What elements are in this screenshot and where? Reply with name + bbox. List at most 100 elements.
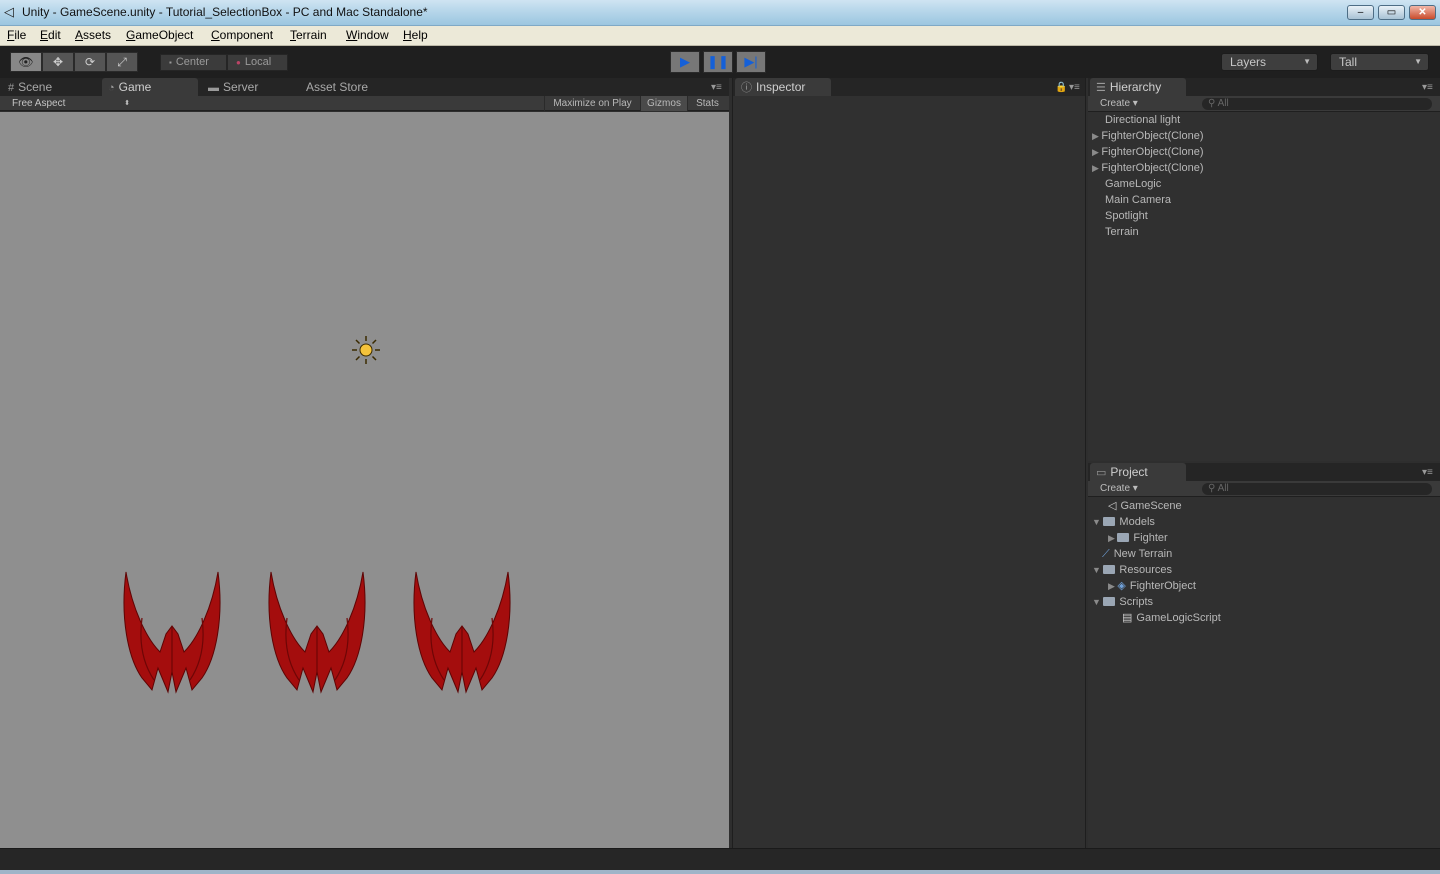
- menu-window[interactable]: Window: [346, 28, 389, 42]
- triangle-right-icon[interactable]: ▶: [1108, 533, 1117, 543]
- project-subbar: Create ▾ ⚲ All: [1088, 481, 1440, 497]
- tab-hierarchy-label: Hierarchy: [1109, 80, 1162, 94]
- hierarchy-item[interactable]: ▶ FighterObject(Clone): [1092, 160, 1204, 176]
- triangle-right-icon[interactable]: ▶: [1092, 147, 1101, 157]
- menu-file[interactable]: File: [7, 28, 26, 42]
- tab-project-label: Project: [1110, 465, 1148, 479]
- hierarchy-item[interactable]: Terrain: [1105, 224, 1139, 240]
- layout-dropdown[interactable]: Tall ▼: [1330, 53, 1429, 71]
- search-input[interactable]: ⚲ All: [1202, 98, 1432, 110]
- view-tool-button[interactable]: 👁: [10, 52, 42, 72]
- title-bar: ◁ Unity - GameScene.unity - Tutorial_Sel…: [0, 0, 1440, 26]
- lock-icon[interactable]: 🔒: [1055, 82, 1067, 93]
- hierarchy-tab-strip: ☰ Hierarchy ▾≡: [1088, 78, 1440, 96]
- game-render: [123, 336, 511, 693]
- menu-component[interactable]: Component: [211, 28, 273, 42]
- tab-server[interactable]: ▬ Server: [202, 78, 298, 96]
- info-icon: ⓘ: [741, 82, 752, 94]
- search-icon: ⚲: [1208, 98, 1218, 109]
- hierarchy-item-label: FighterObject(Clone): [1101, 146, 1204, 158]
- panel-menu-icon[interactable]: ▾≡: [1422, 467, 1433, 478]
- project-panel: ▭ Project ▾≡ Create ▾ ⚲ All ◁ GameScene ▼ …: [1088, 463, 1440, 848]
- close-button[interactable]: ✕: [1409, 5, 1436, 20]
- menu-bar: File Edit Assets GameObject Component Te…: [0, 26, 1440, 46]
- step-button[interactable]: ▶|: [736, 51, 766, 73]
- scale-tool-button[interactable]: ⤢: [106, 52, 138, 72]
- search-input[interactable]: ⚲ All: [1202, 483, 1432, 495]
- panel-menu-icon[interactable]: ▾≡: [1069, 82, 1080, 93]
- create-button[interactable]: Create ▾: [1100, 482, 1138, 496]
- hierarchy-item-label: FighterObject(Clone): [1101, 130, 1204, 142]
- layers-dropdown[interactable]: Layers ▼: [1221, 53, 1318, 71]
- panel-menu-icon[interactable]: ▾≡: [1422, 82, 1433, 93]
- move-tool-button[interactable]: ✥: [42, 52, 74, 72]
- project-item[interactable]: ▶ ◈ FighterObject: [1108, 578, 1196, 594]
- game-viewport[interactable]: [0, 112, 729, 848]
- tab-scene[interactable]: # Scene: [2, 78, 98, 96]
- tab-asset-store-label: Asset Store: [306, 80, 369, 94]
- terrain-icon: ⟋: [1102, 548, 1110, 560]
- tab-hierarchy[interactable]: ☰ Hierarchy: [1090, 78, 1186, 96]
- menu-assets[interactable]: Assets: [75, 28, 111, 42]
- tab-game[interactable]: ◔ Game: [102, 78, 198, 96]
- project-item[interactable]: ◁ GameScene: [1108, 498, 1182, 514]
- tab-project[interactable]: ▭ Project: [1090, 463, 1186, 481]
- minimize-button[interactable]: –: [1347, 5, 1374, 20]
- pause-icon: ❚❚: [707, 54, 729, 69]
- triangle-down-icon[interactable]: ▼: [1092, 565, 1103, 575]
- tab-inspector-label: Inspector: [756, 80, 806, 94]
- play-button[interactable]: ▶: [670, 51, 700, 73]
- project-item[interactable]: ▼ Models: [1092, 514, 1155, 530]
- maximize-on-play-button[interactable]: Maximize on Play: [544, 96, 640, 111]
- create-label: Create: [1100, 483, 1131, 494]
- triangle-right-icon[interactable]: ▶: [1092, 131, 1101, 141]
- tab-asset-store[interactable]: Asset Store: [300, 78, 396, 96]
- triangle-down-icon[interactable]: ▼: [1092, 517, 1103, 527]
- create-button[interactable]: Create ▾: [1100, 97, 1138, 111]
- triangle-right-icon[interactable]: ▶: [1108, 581, 1117, 591]
- hierarchy-item[interactable]: Spotlight: [1105, 208, 1148, 224]
- inspector-tab-strip: ⓘ Inspector 🔒 ▾≡: [733, 78, 1085, 96]
- search-icon: ⚲: [1208, 483, 1218, 494]
- hierarchy-item[interactable]: Main Camera: [1105, 192, 1171, 208]
- menu-help[interactable]: Help: [403, 28, 428, 42]
- hierarchy-item[interactable]: ▶ FighterObject(Clone): [1092, 144, 1204, 160]
- menu-terrain[interactable]: Terrain: [290, 28, 327, 42]
- hierarchy-item[interactable]: Directional light: [1105, 112, 1180, 128]
- aspect-dropdown[interactable]: Free Aspect ⬍: [4, 96, 134, 111]
- pivot-space-button[interactable]: ● Local: [227, 54, 288, 71]
- server-icon: ▬: [208, 82, 219, 94]
- project-item[interactable]: ⟋ New Terrain: [1102, 546, 1172, 562]
- hierarchy-item[interactable]: ▶ FighterObject(Clone): [1092, 128, 1204, 144]
- fighter-ship[interactable]: [268, 571, 366, 693]
- chevron-down-icon: ▼: [1303, 57, 1311, 66]
- tab-server-label: Server: [223, 80, 259, 94]
- scale-icon: ⤢: [117, 55, 127, 69]
- fighter-ship[interactable]: [413, 571, 511, 693]
- project-item-label: Scripts: [1119, 596, 1154, 608]
- search-placeholder: All: [1217, 98, 1229, 109]
- project-item[interactable]: ▤ GameLogicScript: [1122, 610, 1221, 626]
- hierarchy-item[interactable]: GameLogic: [1105, 176, 1161, 192]
- project-item[interactable]: ▶ Fighter: [1108, 530, 1168, 546]
- pause-button[interactable]: ❚❚: [703, 51, 733, 73]
- project-tab-strip: ▭ Project ▾≡: [1088, 463, 1440, 481]
- menu-edit[interactable]: Edit: [40, 28, 61, 42]
- tab-inspector[interactable]: ⓘ Inspector: [735, 78, 831, 96]
- fighter-ship[interactable]: [123, 571, 221, 693]
- layers-label: Layers: [1230, 55, 1267, 69]
- project-item[interactable]: ▼ Resources: [1092, 562, 1172, 578]
- tab-game-label: Game: [118, 80, 152, 94]
- project-item[interactable]: ▼ Scripts: [1092, 594, 1153, 610]
- triangle-down-icon[interactable]: ▼: [1092, 597, 1103, 607]
- gizmos-button[interactable]: Gizmos: [640, 96, 687, 111]
- maximize-button[interactable]: ▭: [1378, 5, 1405, 20]
- stats-button[interactable]: Stats: [687, 96, 727, 111]
- rotate-tool-button[interactable]: ⟳: [74, 52, 106, 72]
- folder-icon: [1103, 565, 1116, 574]
- pivot-center-button[interactable]: ▪ Center: [160, 54, 227, 71]
- triangle-right-icon[interactable]: ▶: [1092, 163, 1101, 173]
- panel-menu-icon[interactable]: ▾≡: [711, 82, 722, 93]
- taskbar-strip: [0, 870, 1440, 874]
- menu-gameobject[interactable]: GameObject: [126, 28, 193, 42]
